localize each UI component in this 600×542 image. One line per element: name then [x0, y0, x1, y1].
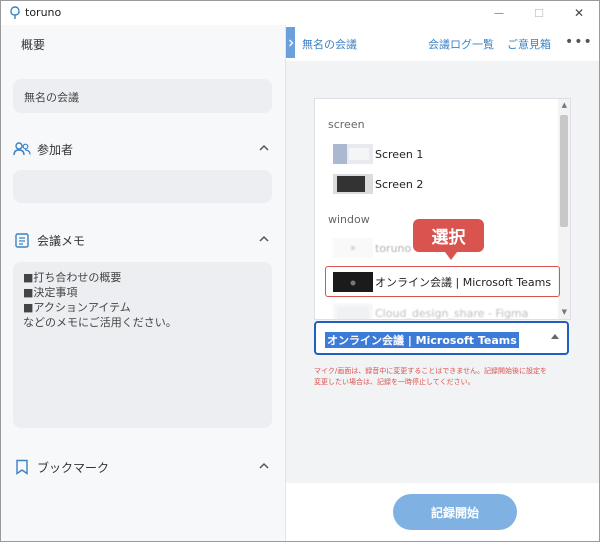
collapse-sidebar-button[interactable]: [286, 27, 295, 58]
feedback-link[interactable]: ご意見箱: [507, 36, 551, 52]
chevron-right-icon: [288, 39, 293, 46]
participants-header[interactable]: 参加者: [13, 139, 273, 159]
source-label: Screen 2: [375, 177, 424, 191]
selected-source-highlight: [325, 266, 560, 297]
source-select-value: オンライン会議 | Microsoft Teams: [325, 332, 519, 348]
participants-field[interactable]: [13, 170, 272, 203]
close-icon: ✕: [573, 6, 585, 20]
screen-thumbnail: [333, 144, 373, 164]
bottom-bar: 記録開始: [286, 483, 599, 541]
bookmark-header[interactable]: ブックマーク: [13, 457, 273, 477]
source-item-screen-2[interactable]: Screen 2: [333, 173, 423, 195]
chevron-up-icon[interactable]: [259, 234, 269, 244]
scroll-down-icon[interactable]: ▼: [562, 308, 567, 316]
chevron-up-icon[interactable]: [259, 461, 269, 471]
maximize-button[interactable]: ☐: [519, 1, 559, 25]
bookmark-icon: [13, 459, 31, 475]
minimize-icon: —: [494, 7, 504, 19]
recording-warning: マイク/画面は、録音中に変更することはできません。記録開始後に設定を 変更したい…: [314, 366, 576, 388]
window-thumbnail: [333, 303, 373, 319]
maximize-icon: ☐: [534, 6, 544, 20]
source-item-figma[interactable]: Cloud_design_share - Figma: [333, 302, 529, 320]
bookmark-label: ブックマーク: [37, 460, 110, 475]
app-name: toruno: [25, 6, 62, 19]
memo-placeholder-line: などのメモにご活用ください。: [23, 316, 177, 329]
select-callout: 選択: [413, 219, 484, 252]
overview-label: 概要: [21, 38, 46, 52]
right-panel: 無名の会議 会議ログ一覧 ご意見箱 ••• screen Screen 1 Sc…: [286, 25, 599, 541]
meeting-log-list-link[interactable]: 会議ログ一覧: [428, 36, 494, 52]
group-title-screen: screen: [328, 118, 365, 131]
meeting-name-field[interactable]: 無名の会議: [13, 79, 272, 113]
more-options-icon[interactable]: •••: [565, 34, 593, 50]
close-button[interactable]: ✕: [559, 1, 599, 25]
memo-placeholder-line: ■アクションアイテム: [23, 301, 131, 314]
meeting-title[interactable]: 無名の会議: [302, 36, 357, 52]
memo-placeholder-line: ■決定事項: [23, 286, 78, 299]
source-item-toruno[interactable]: toruno: [333, 237, 411, 259]
source-label: Cloud_design_share - Figma: [375, 306, 529, 320]
document-icon: [13, 232, 31, 248]
meeting-name-value: 無名の会議: [24, 91, 79, 104]
source-label: Screen 1: [375, 147, 424, 161]
participants-label: 参加者: [37, 142, 74, 157]
scrollbar-thumb[interactable]: [560, 115, 568, 227]
title-bar: toruno — ☐ ✕: [1, 1, 599, 25]
people-icon: [13, 141, 31, 157]
chevron-up-icon[interactable]: [259, 143, 269, 153]
memo-placeholder-line: ■打ち合わせの概要: [23, 271, 122, 284]
scroll-up-icon[interactable]: ▲: [562, 101, 567, 109]
group-title-window: window: [328, 213, 370, 226]
warning-line: 変更したい場合は、記録を一時停止してください。: [314, 378, 475, 386]
top-bar: 無名の会議 会議ログ一覧 ご意見箱 •••: [286, 25, 599, 61]
memo-header[interactable]: 会議メモ: [13, 230, 273, 250]
warning-line: マイク/画面は、録音中に変更することはできません。記録開始後に設定を: [314, 367, 548, 375]
caret-up-icon[interactable]: [551, 334, 559, 339]
toruno-logo-icon: [10, 6, 20, 19]
memo-textarea[interactable]: ■打ち合わせの概要 ■決定事項 ■アクションアイテム などのメモにご活用ください…: [13, 262, 272, 428]
left-panel: 概要 無名の会議 参加者 会議メモ ■打ち合わせの概要 ■決定事項 ■アクション…: [1, 25, 286, 541]
source-label: toruno: [375, 241, 412, 255]
memo-label: 会議メモ: [37, 233, 86, 248]
app-window: toruno — ☐ ✕ 概要 無名の会議 参加者 会議メモ ■打ち合わせの概要…: [0, 0, 600, 542]
source-select[interactable]: オンライン会議 | Microsoft Teams: [314, 321, 569, 355]
source-item-screen-1[interactable]: Screen 1: [333, 143, 423, 165]
callout-tail: [445, 252, 457, 260]
screen-thumbnail: [333, 174, 373, 194]
window-thumbnail: [333, 238, 373, 258]
minimize-button[interactable]: —: [479, 1, 519, 25]
start-recording-button[interactable]: 記録開始: [393, 494, 517, 530]
